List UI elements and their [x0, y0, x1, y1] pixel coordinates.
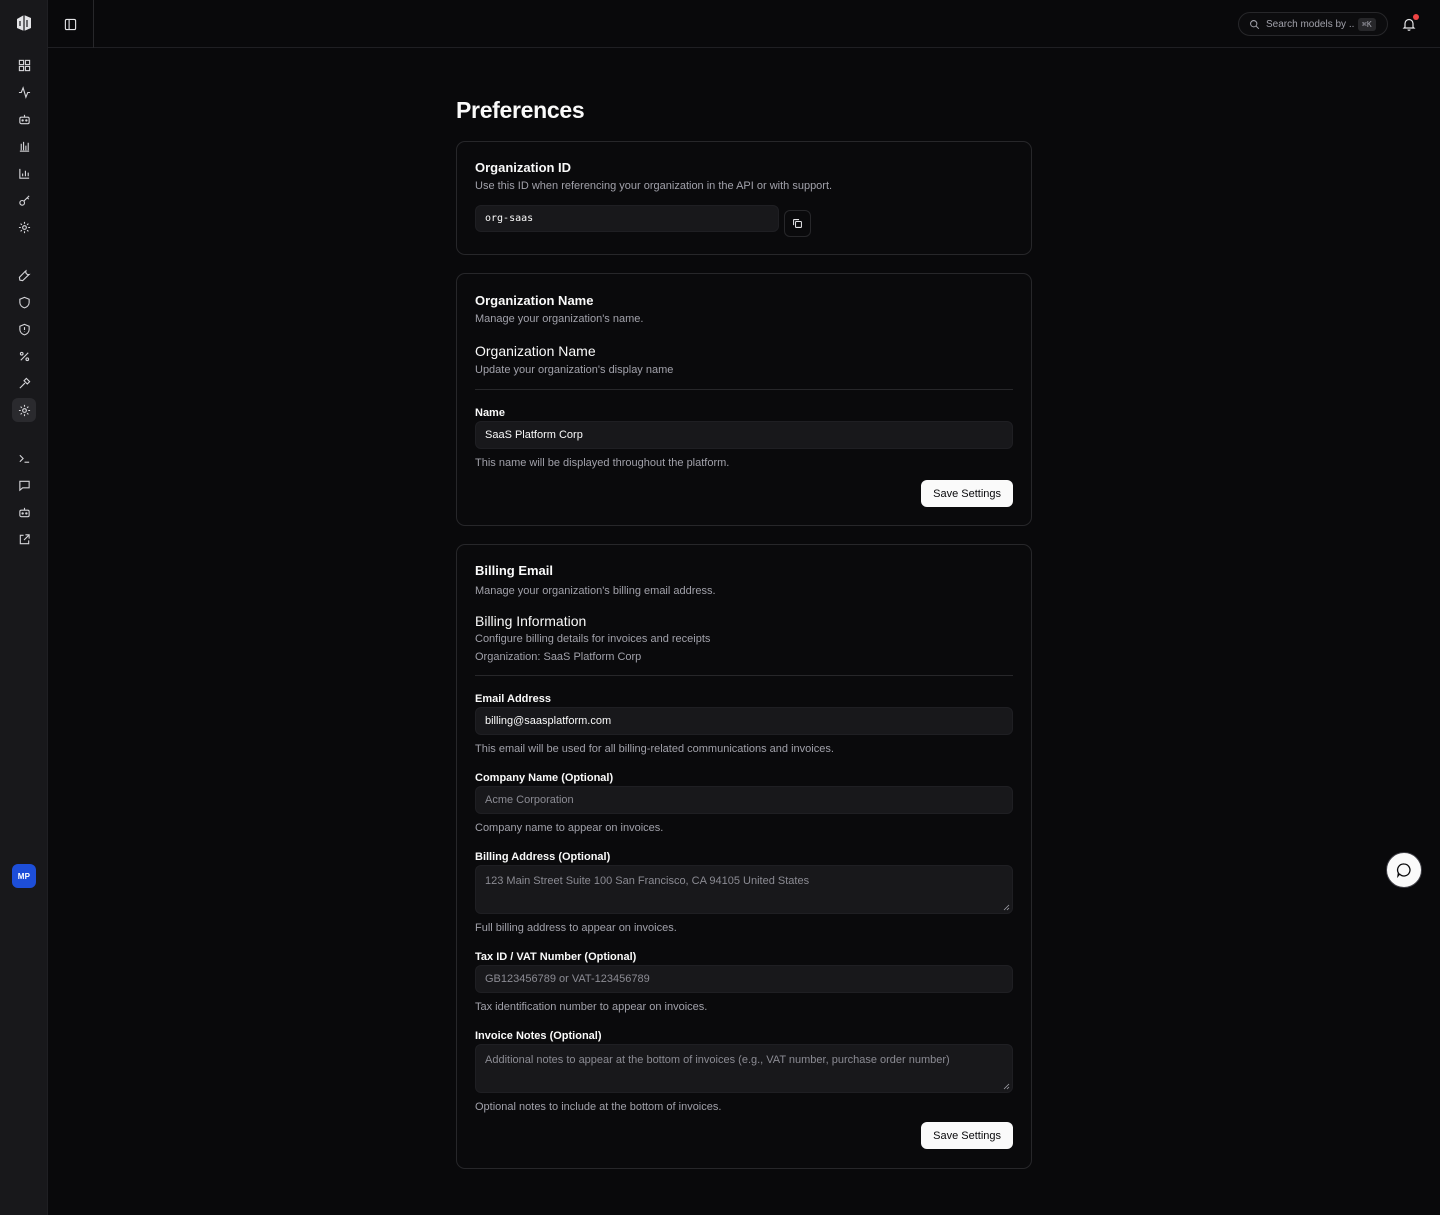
copy-button[interactable] — [784, 210, 811, 237]
external-link-icon[interactable] — [12, 527, 36, 551]
org-name-card: Organization Name Manage your organizati… — [456, 273, 1032, 526]
tax-label: Tax ID / VAT Number (Optional) — [475, 951, 637, 963]
section-description: Update your organization's display name — [475, 364, 674, 376]
sidebar-toggle-button[interactable] — [48, 0, 94, 48]
main-content: Preferences Organization ID Use this ID … — [456, 96, 1032, 1169]
name-help: This name will be displayed throughout t… — [475, 457, 730, 469]
notifications-button[interactable] — [1400, 14, 1419, 33]
resize-handle-icon[interactable] — [1003, 904, 1010, 911]
robot-icon[interactable] — [12, 500, 36, 524]
billing-card: Billing Email Manage your organization's… — [456, 544, 1032, 1169]
card-description: Manage your organization's billing email… — [475, 585, 716, 597]
tax-input[interactable]: GB123456789 or VAT-123456789 — [475, 965, 1013, 993]
section-title: Billing Information — [475, 613, 587, 629]
notes-placeholder: Additional notes to appear at the bottom… — [485, 1054, 950, 1066]
search-input[interactable]: Search models by ... ⌘K — [1238, 12, 1388, 36]
key-icon[interactable] — [12, 188, 36, 212]
divider — [475, 675, 1013, 676]
address-label: Billing Address (Optional) — [475, 851, 611, 863]
email-help: This email will be used for all billing-… — [475, 743, 834, 755]
search-icon — [1250, 19, 1260, 29]
card-description: Manage your organization's name. — [475, 313, 644, 325]
resize-handle-icon[interactable] — [1003, 1083, 1010, 1090]
gear-icon[interactable] — [12, 398, 36, 422]
copy-icon — [793, 219, 802, 228]
percent-icon[interactable] — [12, 344, 36, 368]
chat-bubble-icon — [1396, 863, 1411, 878]
search-placeholder: Search models by ... — [1266, 18, 1354, 30]
save-settings-button[interactable]: Save Settings — [921, 480, 1013, 507]
search-shortcut: ⌘K — [1358, 17, 1376, 31]
card-title: Billing Email — [475, 563, 554, 578]
name-input[interactable]: SaaS Platform Corp — [475, 421, 1013, 449]
address-textarea[interactable]: 123 Main Street Suite 100 San Francisco,… — [475, 865, 1013, 914]
top-bar: Search models by ... ⌘K — [48, 0, 1440, 48]
company-input[interactable]: Acme Corporation — [475, 786, 1013, 814]
company-help: Company name to appear on invoices. — [475, 822, 664, 834]
notes-help: Optional notes to include at the bottom … — [475, 1101, 722, 1113]
company-label: Company Name (Optional) — [475, 772, 614, 784]
notification-dot — [1413, 14, 1419, 20]
sidebar: MP — [0, 0, 48, 1215]
save-settings-button[interactable]: Save Settings — [921, 1122, 1013, 1149]
section-organization: Organization: SaaS Platform Corp — [475, 651, 642, 663]
address-help: Full billing address to appear on invoic… — [475, 922, 677, 934]
section-description: Configure billing details for invoices a… — [475, 633, 711, 645]
settings-icon[interactable] — [12, 215, 36, 239]
name-label: Name — [475, 407, 505, 419]
email-label: Email Address — [475, 693, 552, 705]
activity-icon[interactable] — [12, 80, 36, 104]
wrench-icon[interactable] — [12, 263, 36, 287]
card-title: Organization ID — [475, 160, 572, 175]
address-placeholder: 123 Main Street Suite 100 San Francisco,… — [485, 875, 810, 887]
dashboard-icon[interactable] — [12, 53, 36, 77]
bot-icon[interactable] — [12, 107, 36, 131]
section-title: Organization Name — [475, 343, 596, 359]
card-title: Organization Name — [475, 293, 594, 308]
avatar[interactable]: MP — [12, 864, 36, 888]
panel-left-icon — [64, 18, 77, 30]
divider — [475, 389, 1013, 390]
bar-chart-icon[interactable] — [12, 134, 36, 158]
chat-button[interactable] — [1386, 852, 1422, 888]
shield-icon[interactable] — [12, 290, 36, 314]
notes-textarea[interactable]: Additional notes to appear at the bottom… — [475, 1044, 1013, 1093]
message-icon[interactable] — [12, 473, 36, 497]
terminal-icon[interactable] — [12, 446, 36, 470]
tax-help: Tax identification number to appear on i… — [475, 1001, 708, 1013]
page-title: Preferences — [456, 97, 585, 123]
shield-check-icon[interactable] — [12, 317, 36, 341]
hammer-icon[interactable] — [12, 371, 36, 395]
email-input[interactable]: billing@saasplatform.com — [475, 707, 1013, 735]
notes-label: Invoice Notes (Optional) — [475, 1030, 602, 1042]
org-id-field[interactable]: org-saas — [475, 205, 779, 232]
card-description: Use this ID when referencing your organi… — [475, 180, 833, 192]
app-logo-icon[interactable] — [14, 13, 34, 33]
chart-icon[interactable] — [12, 161, 36, 185]
org-id-card: Organization ID Use this ID when referen… — [456, 141, 1032, 255]
